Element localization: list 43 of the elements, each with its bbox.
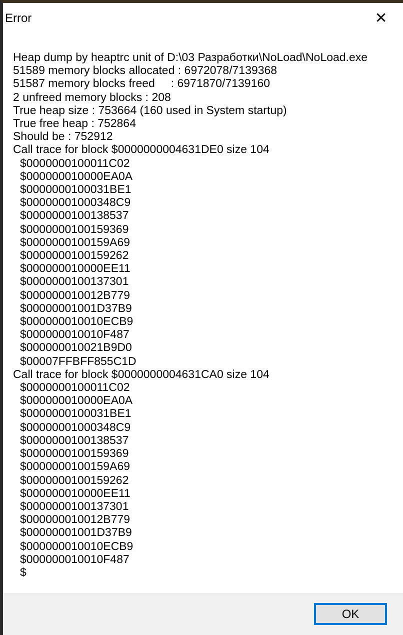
message-line: $0000000100011C02 (19, 158, 131, 171)
message-line: $0000000100031BE1 (19, 408, 132, 422)
message-line: $00000001000348C9 (19, 422, 132, 435)
message-line: True heap size : 753664 (160 used in System startup) (13, 104, 288, 118)
message-line: $000000010012B779 (19, 514, 132, 528)
close-button[interactable]: ✕ (359, 3, 403, 32)
message-line: $000000010021B9D0 (19, 342, 133, 356)
ok-button[interactable]: OK (314, 603, 387, 625)
message-line: $00007FFBFF855C1D (19, 356, 138, 369)
message-line: 51587 memory blocks freed : 6971870/7139160 (13, 78, 272, 92)
message-line: $000000010010F487 (19, 554, 130, 567)
message-line: 2 unfreed memory blocks : 208 (13, 92, 172, 105)
message-line: $000000010010F487 (19, 329, 130, 342)
message-line: $00000001001D37B9 (19, 302, 133, 316)
message-line: $0000000100138537 (19, 210, 130, 224)
message-line: 51589 memory blocks allocated : 6972078/7139368 (13, 65, 278, 78)
message-line: $0000000100159A69 (19, 461, 132, 474)
message-line: $0000000100159262 (19, 250, 130, 264)
message-line: $0000000100159369 (19, 224, 130, 237)
message-line: $000000010000EA0A (19, 170, 134, 184)
message-line: $0000000100011C02 (19, 382, 131, 396)
message-line: $000000010012B779 (19, 290, 132, 303)
message-line: $00000001001D37B9 (19, 527, 133, 541)
message-line: $0000000100137301 (19, 500, 130, 514)
message-line: $000000010000EE11 (19, 488, 132, 501)
message-line: $000000010010ECB9 (19, 316, 134, 330)
message-line: $0000000100159A69 (19, 236, 132, 250)
message-line: $000000010010ECB9 (19, 540, 134, 554)
message-line: $000000010000EE11 (19, 263, 132, 276)
message-line: Should be : 752912 (13, 131, 114, 144)
message-line: $0000000100159369 (19, 448, 130, 462)
message-line: $0000000100138537 (19, 434, 130, 448)
message-line: $ (19, 566, 28, 580)
message-line: True free heap : 752864 (13, 118, 137, 132)
message-line: $00000001000348C9 (19, 197, 132, 210)
message-line: $0000000100137301 (19, 276, 130, 290)
message-line: Call trace for block $0000000004631DE0 size 104 (13, 144, 270, 158)
message-line: $0000000100031BE1 (19, 184, 132, 198)
window-title: Error (5, 10, 32, 24)
message-line: $000000010000EA0A (19, 395, 134, 408)
message-line: Heap dump by heaptrc unit of D:\03 Разработки\NoLoad\NoLoad.exe (13, 52, 369, 66)
message-line: $0000000100159262 (19, 474, 130, 488)
message-line: Call trace for block $0000000004631CA0 size 104 (13, 368, 270, 382)
